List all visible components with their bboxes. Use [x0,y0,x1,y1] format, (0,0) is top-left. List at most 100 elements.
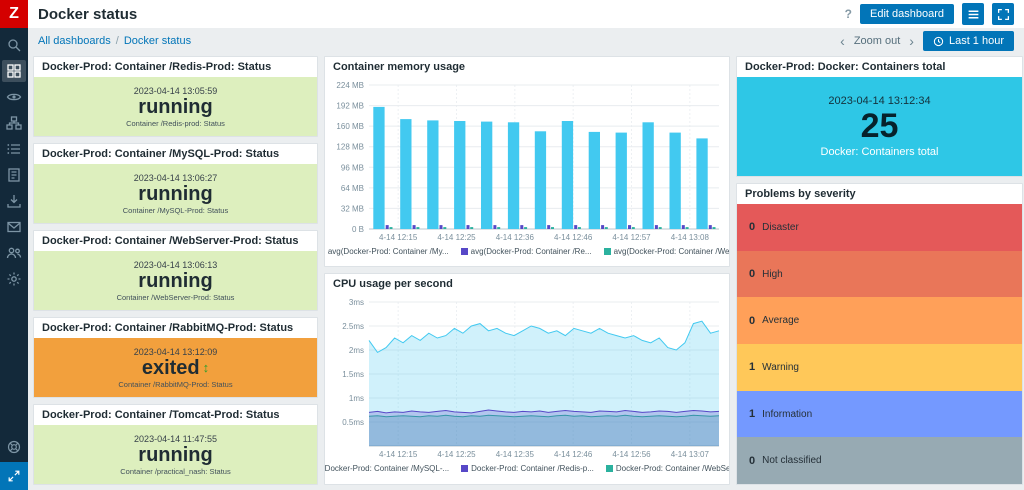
svg-text:4-14 12:57: 4-14 12:57 [612,233,651,242]
card-value: running [138,271,212,292]
severity-count: 0 [749,455,755,467]
hamburger-icon [967,8,980,21]
svg-text:3ms: 3ms [349,298,364,307]
zoom-out-button[interactable]: Zoom out [854,35,900,47]
card-value: running [138,97,212,118]
severity-label: Average [762,315,799,326]
svg-text:96 MB: 96 MB [341,163,364,172]
problems-by-severity-panel: Problems by severity 0 Disaster 0 High 0… [736,183,1023,485]
total-timestamp: 2023-04-14 13:12:34 [828,95,930,107]
fullscreen-icon [997,8,1010,21]
sidebar-item-dashboards[interactable] [2,60,26,82]
severity-row-information[interactable]: 1 Information [737,391,1022,438]
legend-swatch-icon [461,248,468,255]
card-body: 2023-04-14 11:47:55 running Container /p… [34,425,317,484]
breadcrumb-all-dashboards[interactable]: All dashboards [38,35,111,47]
severity-label: Disaster [762,222,799,233]
sidebar-item-data-collection[interactable] [2,190,26,212]
severity-count: 1 [749,361,755,373]
card-timestamp: 2023-04-14 11:47:55 [134,434,217,444]
sidebar-item-monitoring[interactable] [2,86,26,108]
svg-text:1ms: 1ms [349,394,364,403]
sidebar-item-administration[interactable] [2,268,26,290]
expand-sidebar-icon[interactable] [0,462,28,490]
sidebar-item-users[interactable] [2,242,26,264]
svg-text:2ms: 2ms [349,346,364,355]
legend-item: Docker-Prod: Container /MySQL-... [324,464,449,473]
svg-text:224 MB: 224 MB [336,81,364,90]
header: Docker status ? Edit dashboard [28,0,1024,28]
severity-count: 0 [749,315,755,327]
card-subtitle: Container /WebServer-Prod: Status [117,293,235,302]
svg-text:4-14 12:25: 4-14 12:25 [437,233,476,242]
memory-usage-panel: Container memory usage 4-14 12:154-14 12… [324,56,730,267]
legend-label: avg(Docker-Prod: Container /Re... [471,247,592,256]
svg-text:4-14 12:46: 4-14 12:46 [554,450,593,459]
svg-text:128 MB: 128 MB [336,143,364,152]
memory-chart-legend: avg(Docker-Prod: Container /My... avg(Doc… [325,245,729,257]
card-title: Docker-Prod: Container /MySQL-Prod: Stat… [34,144,317,164]
severity-label: Warning [762,362,799,373]
sidebar-item-alerts[interactable] [2,216,26,238]
time-range-button[interactable]: Last 1 hour [923,31,1014,51]
time-controls: ‹ Zoom out › Last 1 hour [837,31,1014,51]
card-body: 2023-04-14 13:06:27 running Container /M… [34,164,317,223]
svg-text:4-14 12:35: 4-14 12:35 [496,450,535,459]
card-timestamp: 2023-04-14 13:05:59 [134,86,218,96]
severity-row-warning[interactable]: 1 Warning [737,344,1022,391]
status-card-mysql: Docker-Prod: Container /MySQL-Prod: Stat… [33,143,318,224]
legend-swatch-icon [324,248,325,255]
card-timestamp: 2023-04-14 13:06:13 [134,260,218,270]
page-title: Docker status [38,6,137,23]
legend-item: avg(Docker-Prod: Container /My... [324,247,449,256]
search-icon[interactable] [2,34,26,56]
legend-item: avg(Docker-Prod: Container /Re... [461,247,592,256]
breadcrumb-current[interactable]: Docker status [124,35,191,47]
card-value: running [138,445,212,466]
containers-total-panel: Docker-Prod: Docker: Containers total 20… [736,56,1023,177]
severity-row-not-classified[interactable]: 0 Not classified [737,437,1022,484]
card-timestamp: 2023-04-14 13:06:27 [134,173,218,183]
legend-label: Docker-Prod: Container /WebSer... [616,464,730,473]
severity-row-disaster[interactable]: 0 Disaster [737,204,1022,251]
edit-dashboard-button[interactable]: Edit dashboard [860,4,954,24]
sidebar-nav [2,34,26,290]
dashboard-menu-button[interactable] [962,3,984,25]
sidebar-item-reports[interactable] [2,164,26,186]
status-column: Docker-Prod: Container /Redis-Prod: Stat… [33,56,318,485]
sidebar-item-services[interactable] [2,112,26,134]
card-body: 2023-04-14 13:12:09 exited ↕ Container /… [34,338,317,397]
sidebar-item-inventory[interactable] [2,138,26,160]
severity-row-average[interactable]: 0 Average [737,297,1022,344]
charts-column: Container memory usage 4-14 12:154-14 12… [324,56,730,485]
card-value-text: exited [142,358,200,379]
legend-swatch-icon [461,465,468,472]
time-forward-icon[interactable]: › [906,33,917,49]
legend-label: Docker-Prod: Container /Redis-p... [471,464,594,473]
support-icon[interactable] [2,436,26,458]
memory-usage-chart[interactable]: 4-14 12:154-14 12:254-14 12:364-14 12:46… [325,77,729,245]
dashboard-grid: Docker-Prod: Container /Redis-Prod: Stat… [33,56,1023,485]
zabbix-logo[interactable]: Z [0,0,28,28]
svg-text:192 MB: 192 MB [336,102,364,111]
status-card-rabbitmq: Docker-Prod: Container /RabbitMQ-Prod: S… [33,317,318,398]
legend-item: Docker-Prod: Container /WebSer... [606,464,730,473]
svg-text:64 MB: 64 MB [341,184,364,193]
card-title: Docker-Prod: Container /WebServer-Prod: … [34,231,317,251]
cpu-usage-chart[interactable]: 4-14 12:154-14 12:254-14 12:354-14 12:46… [325,294,729,462]
fullscreen-button[interactable] [992,3,1014,25]
panel-title: Docker-Prod: Docker: Containers total [737,57,1022,77]
time-back-icon[interactable]: ‹ [837,33,848,49]
breadcrumb-bar: All dashboards / Docker status ‹ Zoom ou… [28,28,1024,54]
status-card-tomcat: Docker-Prod: Container /Tomcat-Prod: Sta… [33,404,318,485]
card-subtitle: Container /RabbitMQ-Prod: Status [118,380,232,389]
total-value: 25 [861,109,899,145]
help-icon[interactable]: ? [845,7,852,21]
card-subtitle: Container /MySQL-Prod: Status [123,206,228,215]
svg-text:4-14 12:56: 4-14 12:56 [612,450,651,459]
severity-row-high[interactable]: 0 High [737,251,1022,298]
card-body: 2023-04-14 13:05:59 running Container /R… [34,77,317,136]
severity-label: Information [762,409,812,420]
breadcrumb: All dashboards / Docker status [38,35,191,47]
clock-icon [933,36,944,47]
